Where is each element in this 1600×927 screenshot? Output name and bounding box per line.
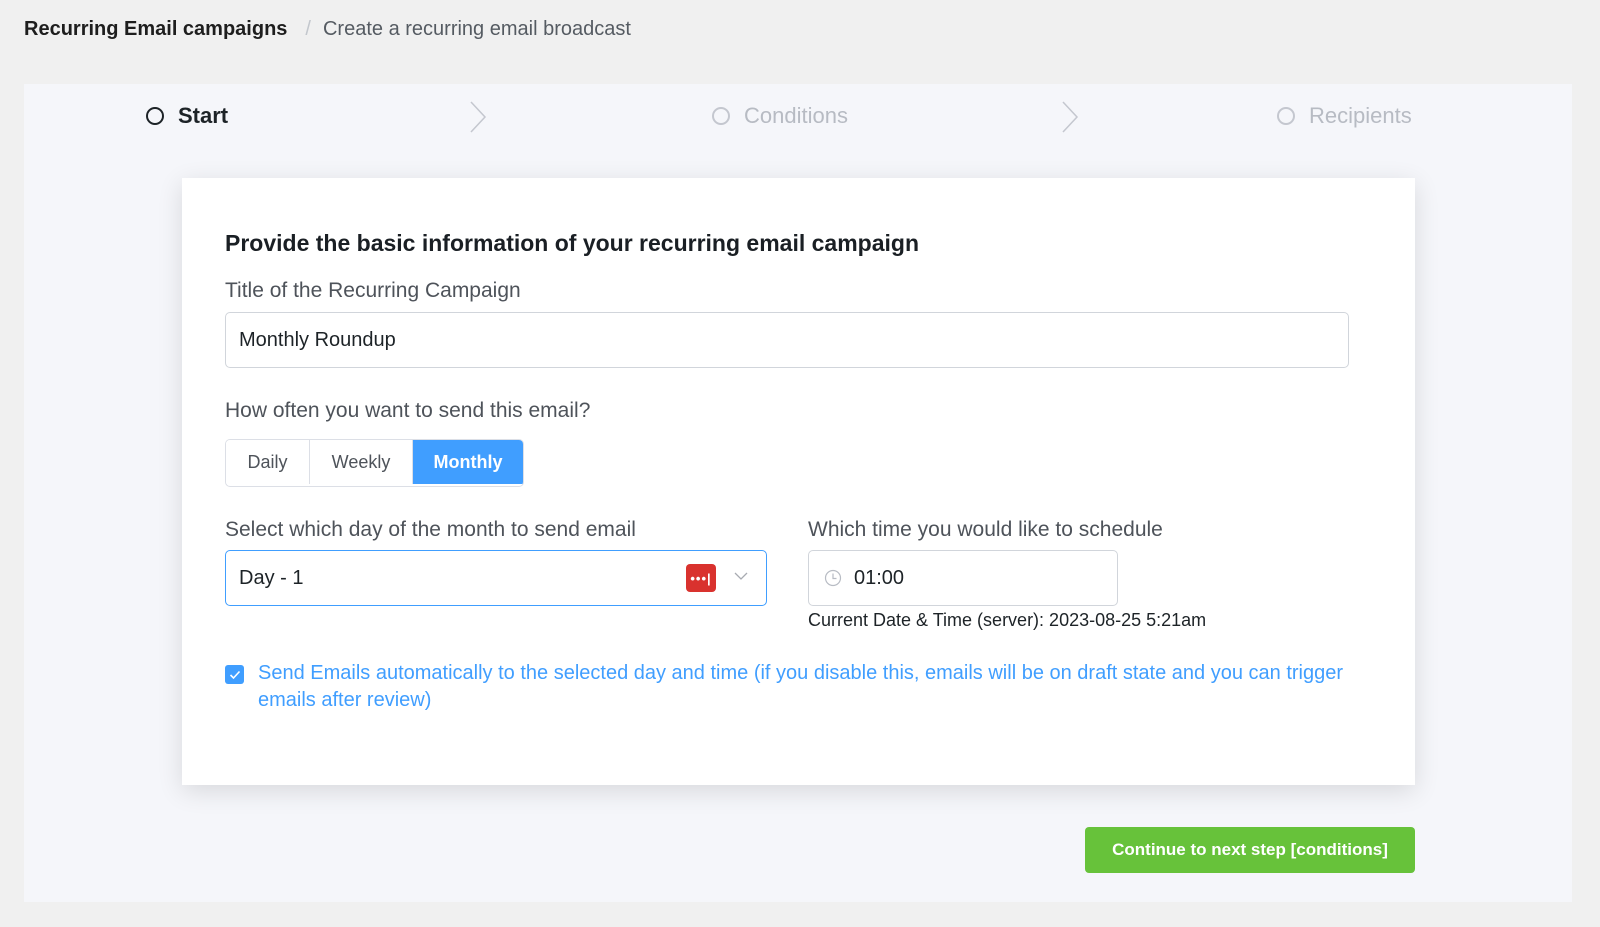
- steps-bar: Start Conditions Recipients: [24, 84, 1572, 148]
- breadcrumb-separator: /: [305, 18, 311, 40]
- schedule-time-value: 01:00: [854, 566, 905, 589]
- frequency-monthly-button[interactable]: Monthly: [413, 440, 523, 484]
- clock-icon: [824, 569, 842, 587]
- form-heading: Provide the basic information of your re…: [225, 230, 919, 256]
- step-label: Recipients: [1309, 103, 1412, 128]
- day-of-month-value: Day - 1: [239, 566, 304, 589]
- day-of-month-select[interactable]: Day - 1 •••|: [225, 550, 767, 606]
- step-circle-icon: [1277, 107, 1295, 125]
- step-conditions[interactable]: Conditions: [712, 84, 848, 148]
- campaign-title-input[interactable]: Monthly Roundup: [225, 312, 1349, 368]
- time-label: Which time you would like to schedule: [808, 518, 1163, 541]
- frequency-daily-button[interactable]: Daily: [226, 440, 310, 484]
- chevron-down-icon: [734, 572, 748, 580]
- schedule-time-input[interactable]: 01:00: [808, 550, 1118, 606]
- breadcrumb-current: Create a recurring email broadcast: [322, 18, 631, 40]
- password-manager-icon[interactable]: •••|: [686, 564, 716, 592]
- checkmark-icon: [229, 670, 240, 679]
- breadcrumb-root-link[interactable]: Recurring Email campaigns: [24, 18, 287, 41]
- step-label: Start: [178, 103, 229, 128]
- server-time-text: Current Date & Time (server): 2023-08-25…: [808, 610, 1207, 630]
- campaign-title-value: Monthly Roundup: [239, 328, 396, 351]
- title-label: Title of the Recurring Campaign: [225, 279, 521, 302]
- frequency-weekly-button[interactable]: Weekly: [310, 440, 413, 484]
- breadcrumb: Recurring Email campaigns / Create a rec…: [24, 18, 631, 41]
- day-label: Select which day of the month to send em…: [225, 518, 636, 541]
- chevron-right-icon: [1062, 101, 1079, 133]
- form-card: Provide the basic information of your re…: [182, 178, 1415, 785]
- frequency-selector: Daily Weekly Monthly: [225, 439, 524, 487]
- step-recipients[interactable]: Recipients: [1277, 84, 1412, 148]
- step-circle-icon: [712, 107, 730, 125]
- frequency-label: How often you want to send this email?: [225, 399, 591, 422]
- step-start[interactable]: Start: [146, 84, 228, 148]
- step-circle-icon: [146, 107, 164, 125]
- step-label: Conditions: [744, 103, 848, 128]
- continue-button[interactable]: Continue to next step [conditions]: [1085, 827, 1415, 873]
- auto-send-label[interactable]: Send Emails automatically to the selecte…: [258, 660, 1358, 714]
- chevron-right-icon: [470, 101, 487, 133]
- auto-send-checkbox[interactable]: [225, 665, 244, 684]
- wizard-panel: Start Conditions Recipients Provide the …: [24, 84, 1572, 902]
